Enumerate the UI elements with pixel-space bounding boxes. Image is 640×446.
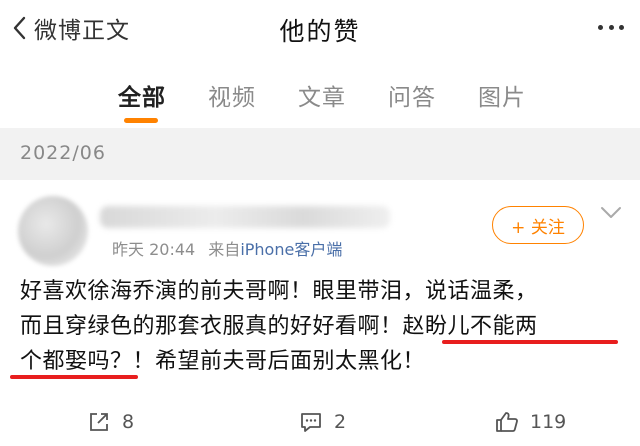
red-underline-annotation: [442, 340, 618, 344]
action-bar: 8 2 119: [0, 402, 640, 446]
comment-count: 2: [334, 411, 347, 433]
follow-button[interactable]: + 关注: [492, 206, 584, 244]
post-source[interactable]: iPhone客户端: [240, 240, 342, 259]
repost-button[interactable]: 8: [86, 402, 134, 442]
comment-icon: [301, 413, 321, 432]
post-time: 昨天 20:44: [112, 240, 196, 259]
highlighted-text: 赵盼儿不能两: [402, 314, 538, 339]
date-label: 2022/06: [20, 142, 106, 164]
tab-all[interactable]: 全部: [118, 78, 166, 112]
active-tab-indicator: [124, 118, 158, 123]
tab-images[interactable]: 图片: [478, 78, 526, 112]
repost-icon: [90, 413, 108, 431]
date-section-header: 2022/06: [0, 128, 640, 180]
tab-qa[interactable]: 问答: [388, 78, 436, 112]
chevron-down-icon[interactable]: [598, 202, 624, 222]
tab-article[interactable]: 文章: [298, 78, 346, 112]
more-icon[interactable]: [598, 16, 624, 38]
post-text-line: 好喜欢徐海乔演的前夫哥啊！眼里带泪，说话温柔，: [20, 279, 538, 304]
like-count: 119: [530, 411, 567, 433]
post-text: 好喜欢徐海乔演的前夫哥啊！眼里带泪，说话温柔， 而且穿绿色的那套衣服真的好好看啊…: [10, 274, 620, 379]
page-title: 他的赞: [279, 17, 361, 46]
tab-video[interactable]: 视频: [208, 78, 256, 112]
like-button[interactable]: 119: [494, 402, 566, 442]
post-text-line: 而且穿绿色的那套衣服真的好好看啊！赵盼儿不能两: [20, 314, 538, 339]
repost-count: 8: [122, 411, 135, 433]
username-blurred[interactable]: [100, 206, 390, 228]
comment-button[interactable]: 2: [298, 402, 346, 442]
post-meta: 昨天 20:44 来自iPhone客户端: [112, 236, 342, 260]
avatar[interactable]: [18, 196, 88, 266]
tab-bar: 全部 视频 文章 问答 图片: [0, 64, 640, 122]
red-underline-annotation: [10, 375, 138, 379]
post-text-line: 个都娶吗？！希望前夫哥后面别太黑化！: [20, 349, 426, 374]
source-prefix: 来自: [208, 240, 241, 259]
top-bar: 微博正文 他的赞: [0, 0, 640, 56]
highlighted-text: 个都娶吗？: [20, 349, 133, 374]
post-card: 昨天 20:44 来自iPhone客户端 + 关注 好喜欢徐海乔演的前夫哥啊！眼…: [0, 180, 640, 446]
thumbs-up-icon: [496, 412, 518, 432]
